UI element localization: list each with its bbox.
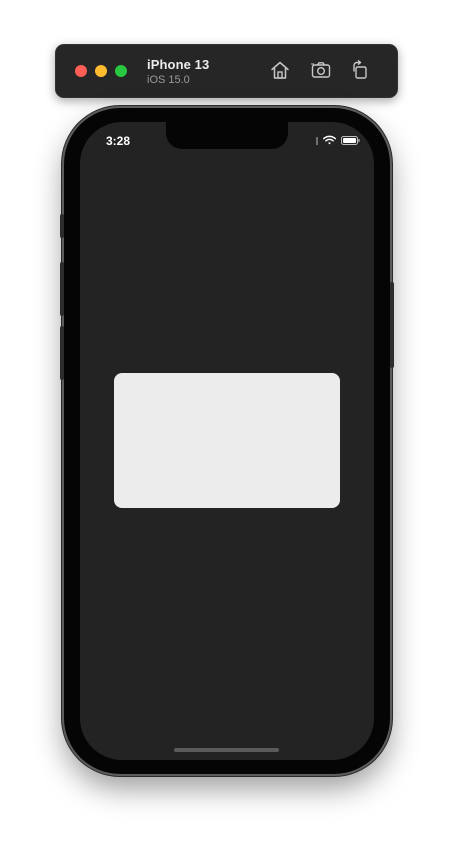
volume-down-button[interactable]: [60, 326, 64, 380]
minimize-window-button[interactable]: [95, 65, 107, 77]
status-icons: [316, 135, 360, 147]
home-indicator[interactable]: [174, 748, 279, 752]
volume-up-button[interactable]: [60, 262, 64, 316]
rotate-icon[interactable]: [349, 59, 371, 81]
iphone-frame: 3:28: [60, 108, 394, 774]
status-time: 3:28: [106, 134, 131, 148]
screenshot-icon[interactable]: [310, 59, 332, 81]
notch: [166, 122, 288, 149]
wifi-icon: [323, 132, 336, 150]
zoom-window-button[interactable]: [115, 65, 127, 77]
simulator-toolbar: iPhone 13 iOS 15.0: [55, 44, 398, 98]
device-name: iPhone 13: [147, 57, 210, 72]
power-button[interactable]: [390, 282, 394, 368]
mute-switch[interactable]: [60, 214, 64, 238]
battery-icon: [341, 132, 360, 150]
signal-dots-icon: [316, 137, 318, 145]
device-screen: 3:28: [80, 122, 374, 760]
home-icon[interactable]: [269, 59, 291, 81]
close-window-button[interactable]: [75, 65, 87, 77]
os-version: iOS 15.0: [147, 74, 190, 86]
simulator-stage: iPhone 13 iOS 15.0 3:28: [0, 0, 450, 850]
content-card: [114, 373, 340, 508]
